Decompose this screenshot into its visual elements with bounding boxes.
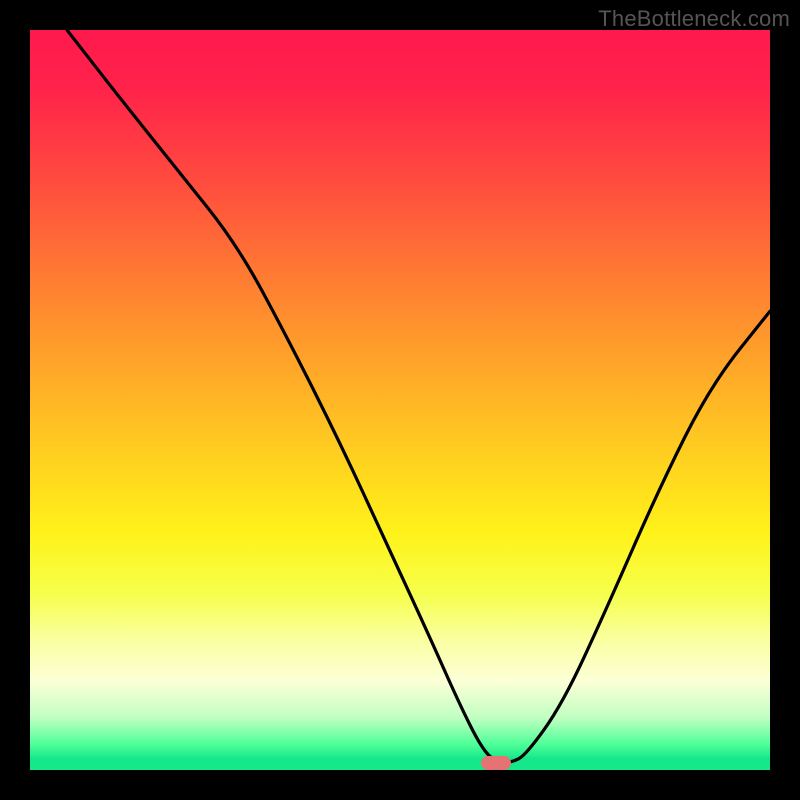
bottleneck-curve-svg [30,30,770,770]
x-axis-gutter [30,770,770,800]
watermark-text: TheBottleneck.com [598,6,790,32]
bottleneck-curve [67,30,770,763]
y-axis-gutter [0,30,30,770]
optimal-point-marker [481,756,511,770]
chart-frame: TheBottleneck.com [0,0,800,800]
